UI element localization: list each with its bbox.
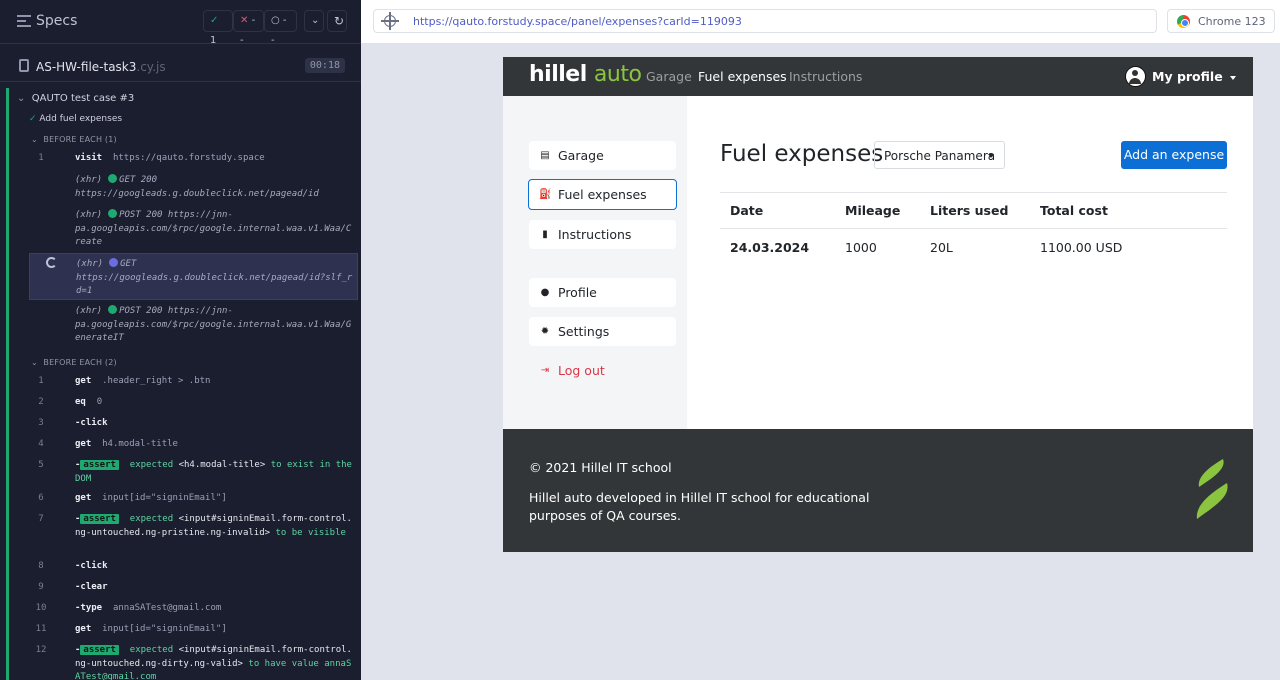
chrome-icon [1177, 15, 1190, 28]
specs-label[interactable]: Specs [36, 13, 77, 29]
garage-icon: ▤ [540, 150, 550, 161]
command-row[interactable]: 6 get input[id="signinEmail"] [29, 492, 358, 508]
reload-icon[interactable]: ↻ [327, 10, 347, 32]
assert-row[interactable]: 5- assert expected <h4.modal-title> to ex… [29, 459, 358, 487]
sidebar-item-profile[interactable]: ● Profile [529, 278, 676, 307]
footer-about: Hillel auto developed in Hillel IT schoo… [529, 490, 870, 523]
status-dot [108, 209, 118, 218]
status-dot [108, 174, 118, 183]
xhr-row[interactable]: (xhr) POST 200 https://jnn-pa.googleapis.… [29, 209, 358, 249]
browser-badge[interactable]: Chrome 123 [1167, 9, 1275, 33]
pending-circle-icon: ○ [271, 15, 280, 26]
url-text[interactable]: https://qauto.forstudy.space/panel/expen… [413, 15, 742, 28]
file-icon: ▮ [542, 229, 548, 240]
command-row[interactable]: 1 get .header_right > .btn [29, 375, 358, 391]
before-each-2-header[interactable]: ⌄ BEFORE EACH (2) [31, 358, 117, 367]
table-header-row: Date Mileage Liters used Total cost [720, 192, 1227, 229]
assert-row[interactable]: 12- assert expected <input#signinEmail.fo… [29, 644, 358, 680]
sidebar: ▤ Garage ⛽ Fuel expenses ▮ Instructions … [503, 96, 687, 429]
caret-down-icon [1230, 76, 1236, 80]
footer: © 2021 Hillel IT school Hillel auto deve… [503, 429, 1253, 552]
duration-badge: 00:18 [304, 58, 345, 73]
browser-toolbar: https://qauto.forstudy.space/panel/expen… [361, 0, 1280, 44]
hillel-auto-logo[interactable]: hillel auto [529, 62, 642, 87]
column-header: Liters used [920, 192, 1030, 229]
sidebar-item-logout[interactable]: ⇥ Log out [529, 356, 676, 385]
user-icon: ● [540, 287, 550, 298]
loading-spinner-icon [46, 257, 57, 268]
check-icon: ✓ [210, 15, 219, 26]
assert-row[interactable]: 7- assert expected <input#signinEmail.for… [29, 513, 358, 555]
gear-icon: ✹ [540, 326, 550, 337]
hillel-leaf-logo-icon [1196, 459, 1228, 519]
xhr-row[interactable]: (xhr) GET 200 https://googleads.g.doublecl… [29, 174, 358, 202]
table-row[interactable]: 24.03.2024 1000 20L 1100.00 USD [720, 229, 1227, 266]
spec-file-name: AS-HW-file-task3.cy.js [36, 60, 166, 74]
sidebar-item-fuel-expenses[interactable]: ⛽ Fuel expenses [528, 179, 677, 210]
app-header: hillel auto Garage Fuel expenses Instruc… [503, 57, 1253, 96]
selector-playground-icon[interactable] [381, 12, 399, 30]
sidebar-item-settings[interactable]: ✹ Settings [529, 317, 676, 346]
command-row[interactable]: 8 -click [29, 560, 358, 576]
assert-badge: assert [80, 645, 119, 655]
expenses-table: Date Mileage Liters used Total cost 24.0… [720, 192, 1227, 266]
car-select-dropdown[interactable]: Porsche Panamera [874, 141, 1005, 169]
chevron-down-icon[interactable]: ⌄ [304, 10, 324, 32]
test-title[interactable]: ✓ Add fuel expenses [29, 114, 122, 124]
assert-badge: assert [80, 460, 119, 470]
copyright: © 2021 Hillel IT school [529, 460, 672, 475]
avatar-icon [1125, 66, 1146, 87]
app-viewport: hillel auto Garage Fuel expenses Instruc… [503, 57, 1253, 552]
sidebar-item-instructions[interactable]: ▮ Instructions [529, 220, 676, 249]
cell-liters: 20L [930, 239, 953, 255]
failed-count: ✕ -- [233, 10, 264, 46]
add-expense-button[interactable]: Add an expense [1121, 141, 1227, 169]
cell-mileage: 1000 [845, 239, 877, 255]
command-row[interactable]: 4 get h4.modal-title [29, 438, 358, 454]
cypress-runner-panel: Specs ✓ 1 ✕ -- ○ -- ⌄ ↻ AS-HW-file-task3… [0, 0, 361, 680]
chevron-down-icon: ⌄ [17, 93, 26, 104]
caret-down-icon [988, 154, 994, 158]
file-icon [19, 59, 29, 72]
cell-total-cost: 1100.00 USD [1040, 239, 1123, 255]
url-bar[interactable]: https://qauto.forstudy.space/panel/expen… [373, 9, 1157, 33]
check-icon: ✓ [29, 114, 37, 124]
page-title: Fuel expenses [720, 141, 884, 167]
command-row[interactable]: 9 -clear [29, 581, 358, 597]
cell-date: 24.03.2024 [730, 239, 810, 255]
test-command-log: ⌄ QAUTO test case #3 ✓ Add fuel expenses… [6, 88, 361, 680]
spec-file-row: AS-HW-file-task3.cy.js 00:18 [0, 52, 361, 82]
command-row[interactable]: 1 visit https://qauto.forstudy.space [29, 152, 358, 168]
xhr-row[interactable]: (xhr) POST 200 https://jnn-pa.googleapis.… [29, 305, 358, 345]
xhr-row-selected[interactable]: (xhr) GET https://googleads.g.doubleclick.… [29, 253, 358, 300]
passed-count: ✓ 1 [203, 10, 233, 46]
suite-title[interactable]: ⌄ QAUTO test case #3 [17, 93, 134, 104]
before-each-1-header[interactable]: ⌄ BEFORE EACH (1) [31, 135, 117, 144]
browser-label: Chrome 123 [1198, 15, 1266, 28]
nav-garage[interactable]: Garage [646, 69, 692, 84]
logout-icon: ⇥ [540, 365, 550, 376]
nav-instructions[interactable]: Instructions [789, 69, 862, 84]
command-row[interactable]: 11 get input[id="signinEmail"] [29, 623, 358, 639]
nav-fuel-expenses[interactable]: Fuel expenses [698, 69, 787, 84]
command-row[interactable]: 10 -type annaSATest@gmail.com [29, 602, 358, 618]
column-header: Date [720, 192, 835, 229]
sidebar-item-garage[interactable]: ▤ Garage [529, 141, 676, 170]
command-row[interactable]: 2 eq 0 [29, 396, 358, 412]
specs-list-icon[interactable] [17, 15, 31, 27]
status-dot [108, 305, 118, 314]
assert-badge: assert [80, 514, 119, 524]
main-content: Fuel expenses Porsche Panamera Add an ex… [687, 96, 1253, 429]
status-dot [109, 258, 119, 267]
specs-bar: Specs ✓ 1 ✕ -- ○ -- ⌄ ↻ [0, 0, 361, 46]
command-row[interactable]: 3 -click [29, 417, 358, 433]
x-icon: ✕ [240, 15, 249, 26]
fuel-icon: ⛽ [539, 189, 552, 200]
pending-count: ○ -- [264, 10, 297, 46]
column-header: Mileage [835, 192, 920, 229]
column-header: Total cost [1030, 192, 1227, 229]
